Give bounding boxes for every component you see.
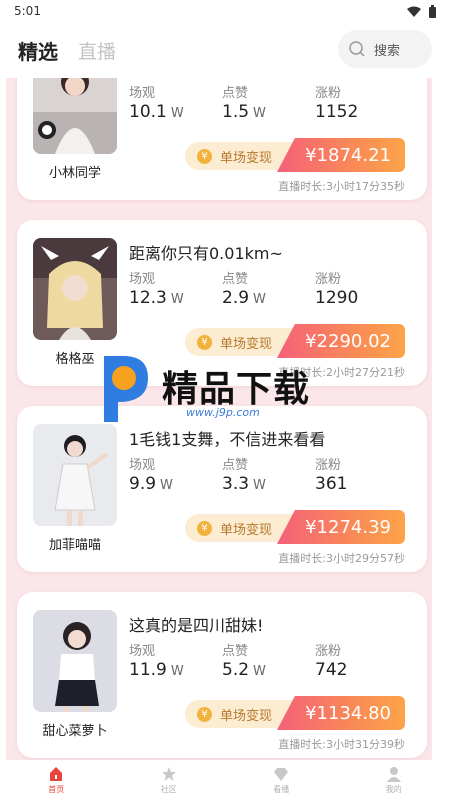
anchor-thumbnail[interactable] (33, 78, 117, 154)
watermark-url: www.j9p.com (186, 406, 260, 419)
home-icon (50, 766, 63, 781)
tab-live[interactable]: 直播 (78, 37, 116, 64)
tab-selected[interactable]: 精选 (18, 36, 58, 65)
anchor-name: 加菲喵喵 (48, 538, 101, 553)
anchor-thumbnail[interactable] (33, 238, 117, 340)
likes-value: 2.9 W (222, 288, 266, 308)
status-icons (407, 4, 436, 18)
views-label: 场观 (129, 272, 156, 287)
views-value: 11.9 W (129, 660, 184, 680)
views-label: 场观 (129, 458, 156, 473)
views-value: 12.3 W (129, 288, 184, 308)
earn-amount: ¥1134.80 (277, 696, 405, 730)
coin-icon: ¥ (197, 334, 212, 350)
followers-value: 742 (315, 660, 348, 680)
watermark-text: 精品下载 (162, 369, 311, 410)
followers-value: 361 (315, 474, 348, 494)
likes-value: 5.2 W (222, 660, 266, 680)
followers-label: 涨粉 (315, 458, 342, 473)
status-time: 5:01 (14, 4, 41, 18)
followers-label: 涨粉 (315, 644, 342, 659)
likes-label: 点赞 (222, 86, 249, 101)
coin-icon: ¥ (197, 148, 212, 164)
likes-value: 3.3 W (222, 474, 266, 494)
nav-home[interactable]: 首页 (16, 766, 96, 795)
followers-label: 涨粉 (315, 86, 342, 101)
coin-icon: ¥ (197, 706, 212, 722)
followers-label: 涨粉 (315, 272, 342, 287)
live-card[interactable]: 这真的是四川甜妹! 甜心菜萝卜 场观 点赞 涨粉 11.9 W 5.2 W 742 … (17, 592, 427, 758)
bottom-nav: 首页 社区 看播 我的 (0, 760, 450, 800)
search-icon (349, 41, 365, 57)
search-placeholder: 搜索 (374, 43, 401, 59)
person-icon (386, 766, 401, 782)
live-title: 距离你只有0.01km~ (129, 244, 283, 263)
star-icon (161, 766, 176, 781)
live-duration: 直播时长:3小时29分57秒 (278, 552, 405, 565)
diamond-icon (274, 767, 289, 781)
views-value: 10.1 W (129, 102, 184, 122)
anchor-thumbnail[interactable] (33, 610, 117, 712)
wifi-icon (407, 6, 421, 17)
header: 精选 直播 搜索 (0, 22, 450, 78)
followers-value: 1152 (315, 102, 359, 122)
followers-value: 1290 (315, 288, 359, 308)
views-value: 9.9 W (129, 474, 173, 494)
earn-amount: ¥1874.21 (277, 138, 405, 172)
search-box[interactable]: 搜索 (338, 30, 432, 68)
battery-icon (429, 4, 436, 18)
likes-label: 点赞 (222, 272, 249, 287)
nav-community[interactable]: 社区 (129, 766, 209, 795)
watermark-logo-icon (104, 356, 148, 422)
anchor-name: 甜心菜萝卜 (42, 724, 108, 739)
watermark: 精品下载 www.j9p.com (104, 352, 360, 432)
anchor-name: 小林同学 (48, 166, 101, 181)
views-label: 场观 (129, 644, 156, 659)
likes-value: 1.5 W (222, 102, 266, 122)
status-bar: 5:01 (0, 0, 450, 22)
views-label: 场观 (129, 86, 156, 101)
likes-label: 点赞 (222, 644, 249, 659)
anchor-thumbnail[interactable] (33, 424, 117, 526)
earn-amount: ¥1274.39 (277, 510, 405, 544)
coin-icon: ¥ (197, 520, 212, 536)
likes-label: 点赞 (222, 458, 249, 473)
live-duration: 直播时长:3小时17分35秒 (278, 180, 405, 193)
live-card[interactable]: 小林同学 场观 点赞 涨粉 10.1 W 1.5 W 1152 ¥ 单场变现 ¥18… (17, 78, 427, 200)
live-duration: 直播时长:3小时31分39秒 (278, 738, 405, 751)
live-title: 这真的是四川甜妹! (129, 616, 264, 635)
nav-watch[interactable]: 看播 (241, 766, 321, 795)
nav-profile[interactable]: 我的 (354, 766, 434, 795)
